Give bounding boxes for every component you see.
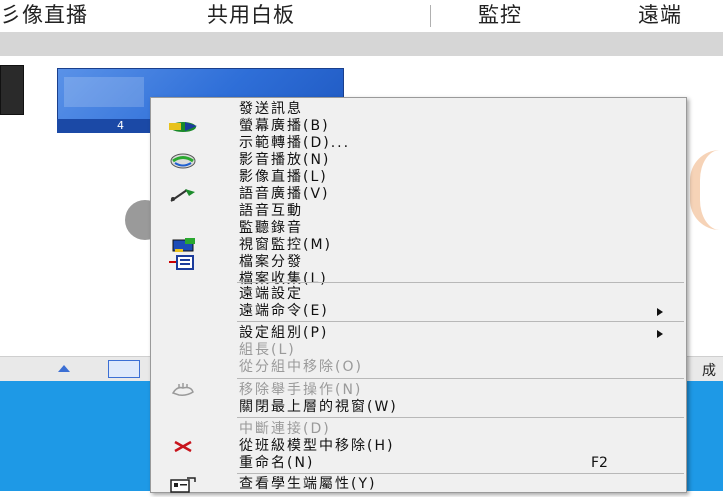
menu-item-label: 組長(L) [239, 342, 296, 358]
menu-item-label: 移除舉手操作(N) [239, 382, 363, 398]
menu-item-remote-settings[interactable]: 遠端設定 [151, 286, 686, 303]
menu-item-window-monitor[interactable]: 視窗監控(M) [151, 237, 686, 254]
menu-item-file-distribute[interactable]: 檔案分發 [151, 254, 686, 271]
menu-item-label: 語音互動 [239, 203, 303, 219]
menu-item-disconnect[interactable]: 中斷連接(D) [151, 421, 686, 438]
context-menu: 發送訊息 螢幕廣播(B) 示範轉播(D)... 影音播放(N) 影像直播(L) [150, 97, 687, 493]
menu-item-label: 查看學生端屬性(Y) [239, 476, 377, 492]
menu-item-label: 中斷連接(D) [239, 421, 331, 437]
raise-hand-icon [165, 382, 201, 399]
window-monitor-icon [165, 237, 201, 254]
menu-item-label: 重命名(N) [239, 455, 315, 471]
scroll-up-icon[interactable] [58, 365, 70, 372]
top-toolbar: 彡像直播 共用白板 監控 遠端 [0, 0, 723, 32]
toolbar-lower-band [0, 32, 723, 56]
menu-item-voice-broadcast[interactable]: 語音廣播(V) [151, 186, 686, 203]
file-distribute-icon [165, 254, 201, 271]
menu-item-media-play[interactable]: 影音播放(N) [151, 152, 686, 169]
menu-item-label: 視窗監控(M) [239, 237, 333, 253]
menu-item-label: 檔案分發 [239, 254, 303, 270]
menu-item-label: 遠端設定 [239, 286, 303, 302]
menu-item-label: 設定組別(P) [239, 325, 329, 341]
menu-item-voice-interact[interactable]: 語音互動 [151, 203, 686, 220]
menu-item-student-properties[interactable]: 查看學生端屬性(Y) [151, 476, 686, 493]
submenu-arrow-icon [657, 330, 663, 338]
toolbar-remote[interactable]: 遠端 [638, 2, 682, 28]
toolbar-whiteboard[interactable]: 共用白板 [207, 2, 295, 28]
remove-x-icon [165, 438, 201, 455]
menu-separator [237, 321, 684, 322]
voice-broadcast-icon [165, 186, 201, 203]
menu-separator [237, 417, 684, 418]
status-icon[interactable] [108, 360, 140, 378]
menu-item-demo-relay[interactable]: 示範轉播(D)... [151, 135, 686, 152]
menu-separator [237, 473, 684, 474]
menu-item-set-group[interactable]: 設定組別(P) [151, 325, 686, 342]
submenu-arrow-icon [657, 308, 663, 316]
menu-item-label: 遠端命令(E) [239, 303, 329, 319]
menu-item-remove-raise-hand[interactable]: 移除舉手操作(N) [151, 382, 686, 399]
toolbar-monitor[interactable]: 監控 [478, 2, 522, 28]
menu-item-label: 影音播放(N) [239, 152, 331, 168]
toolbar-video-live[interactable]: 彡像直播 [0, 2, 88, 28]
menu-item-screen-broadcast[interactable]: 螢幕廣播(B) [151, 118, 686, 135]
menu-item-label: 監聽錄音 [239, 220, 303, 236]
menu-item-remove-from-group[interactable]: 從分組中移除(O) [151, 359, 686, 376]
menu-item-label: 從分組中移除(O) [239, 359, 363, 375]
thumbnail-window [64, 77, 144, 107]
toolbar-separator [430, 5, 431, 27]
menu-item-send-message[interactable]: 發送訊息 [151, 101, 686, 118]
menu-item-listen-record[interactable]: 監聽錄音 [151, 220, 686, 237]
menu-item-label: 螢幕廣播(B) [239, 118, 330, 134]
status-text: 成 [702, 363, 716, 379]
media-play-icon [165, 152, 201, 169]
menu-item-label: 語音廣播(V) [239, 186, 330, 202]
menu-item-shortcut: F2 [591, 455, 608, 471]
properties-icon [165, 476, 201, 493]
menu-item-label: 關閉最上層的視窗(W) [239, 399, 398, 415]
menu-item-close-top-window[interactable]: 關閉最上層的視窗(W) [151, 399, 686, 416]
menu-item-label: 影像直播(L) [239, 169, 328, 185]
menu-item-video-live[interactable]: 影像直播(L) [151, 169, 686, 186]
menu-separator [237, 378, 684, 379]
menu-separator [237, 282, 684, 283]
screen-broadcast-icon [165, 118, 201, 135]
menu-item-label: 從班級模型中移除(H) [239, 438, 395, 454]
menu-item-remote-command[interactable]: 遠端命令(E) [151, 303, 686, 320]
menu-item-label: 示範轉播(D)... [239, 135, 351, 151]
menu-item-label: 發送訊息 [239, 101, 303, 117]
menu-item-group-leader[interactable]: 組長(L) [151, 342, 686, 359]
student-thumbnail-left[interactable] [0, 65, 24, 115]
menu-item-remove-from-class[interactable]: 從班級模型中移除(H) [151, 438, 686, 455]
menu-item-rename[interactable]: 重命名(N) F2 [151, 455, 686, 472]
